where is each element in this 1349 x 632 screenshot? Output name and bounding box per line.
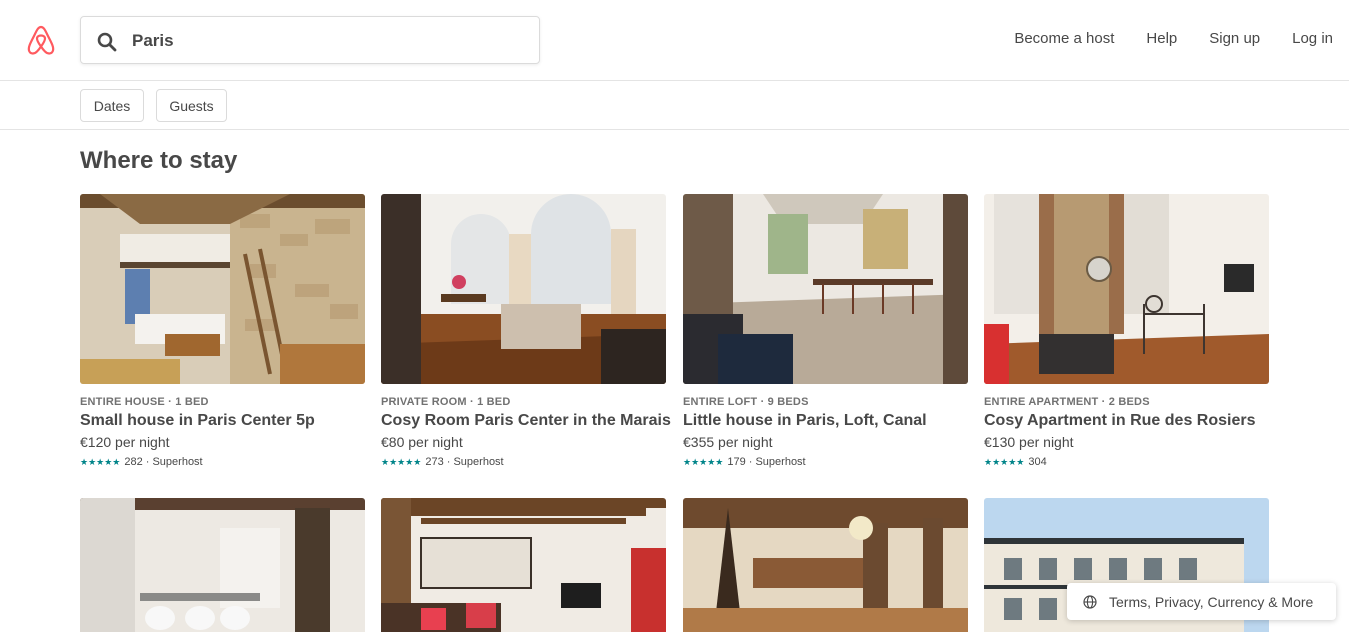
listing-price: €120 per night (80, 434, 170, 450)
nav-become-host[interactable]: Become a host (1014, 30, 1114, 47)
listing-photo[interactable] (381, 498, 666, 632)
listing-rating: ★★★★★ 179 · Superhost (683, 456, 968, 468)
nav-log-in[interactable]: Log in (1292, 30, 1333, 47)
listing-title[interactable]: Small house in Paris Center 5p (80, 412, 365, 430)
footer-links-label: Terms, Privacy, Currency & More (1109, 593, 1314, 610)
listing-type: ENTIRE HOUSE · 1 BED (80, 396, 209, 408)
listing-rating: ★★★★★ 282 · Superhost (80, 456, 365, 468)
review-count: 282 · Superhost (124, 456, 203, 468)
globe-icon (1083, 594, 1097, 609)
listing-photo[interactable] (683, 194, 968, 384)
listing-card[interactable]: ENTIRE APARTMENT · 2 BEDS Cosy Apartment… (984, 194, 1269, 468)
star-rating-icon: ★★★★★ (683, 456, 724, 467)
listing-card[interactable]: ENTIRE LOFT · 9 BEDS Little house in Par… (683, 194, 968, 468)
listing-rating: ★★★★★ 273 · Superhost (381, 456, 666, 468)
review-count: 304 (1028, 456, 1047, 468)
listing-price: €355 per night (683, 434, 773, 450)
search-input[interactable] (132, 29, 522, 53)
top-header: Become a host Help Sign up Log in (0, 0, 1349, 81)
filter-bar: Dates Guests (0, 81, 1349, 130)
review-count: 273 · Superhost (425, 456, 504, 468)
listing-photo[interactable] (80, 498, 365, 632)
nav-help[interactable]: Help (1146, 30, 1177, 47)
top-nav: Become a host Help Sign up Log in (982, 30, 1333, 47)
review-count: 179 · Superhost (727, 456, 806, 468)
listing-title[interactable]: Cosy Apartment in Rue des Rosiers (984, 412, 1269, 430)
dates-filter-button[interactable]: Dates (80, 89, 144, 122)
listing-photo[interactable] (381, 194, 666, 384)
listing-photo[interactable] (984, 194, 1269, 384)
listing-photo[interactable] (80, 194, 365, 384)
star-rating-icon: ★★★★★ (984, 456, 1025, 467)
listing-price: €80 per night (381, 434, 463, 450)
search-box[interactable] (80, 16, 540, 64)
listing-type: ENTIRE LOFT · 9 BEDS (683, 396, 809, 408)
nav-sign-up[interactable]: Sign up (1209, 30, 1260, 47)
airbnb-logo-icon[interactable] (26, 24, 56, 56)
listing-rating: ★★★★★ 304 (984, 456, 1269, 468)
guests-filter-button[interactable]: Guests (156, 89, 227, 122)
listing-type: PRIVATE ROOM · 1 BED (381, 396, 511, 408)
footer-links-button[interactable]: Terms, Privacy, Currency & More (1067, 583, 1336, 620)
listing-card[interactable]: PRIVATE ROOM · 1 BED Cosy Room Paris Cen… (381, 194, 671, 468)
section-heading: Where to stay (80, 147, 238, 174)
listing-type: ENTIRE APARTMENT · 2 BEDS (984, 396, 1150, 408)
star-rating-icon: ★★★★★ (381, 456, 422, 467)
listing-price: €130 per night (984, 434, 1074, 450)
listing-title[interactable]: Cosy Room Paris Center in the Marais (381, 412, 671, 430)
search-icon (97, 32, 117, 52)
listing-card[interactable]: ENTIRE HOUSE · 1 BED Small house in Pari… (80, 194, 365, 468)
listing-title[interactable]: Little house in Paris, Loft, Canal (683, 412, 968, 430)
listing-photo[interactable] (683, 498, 968, 632)
star-rating-icon: ★★★★★ (80, 456, 121, 467)
